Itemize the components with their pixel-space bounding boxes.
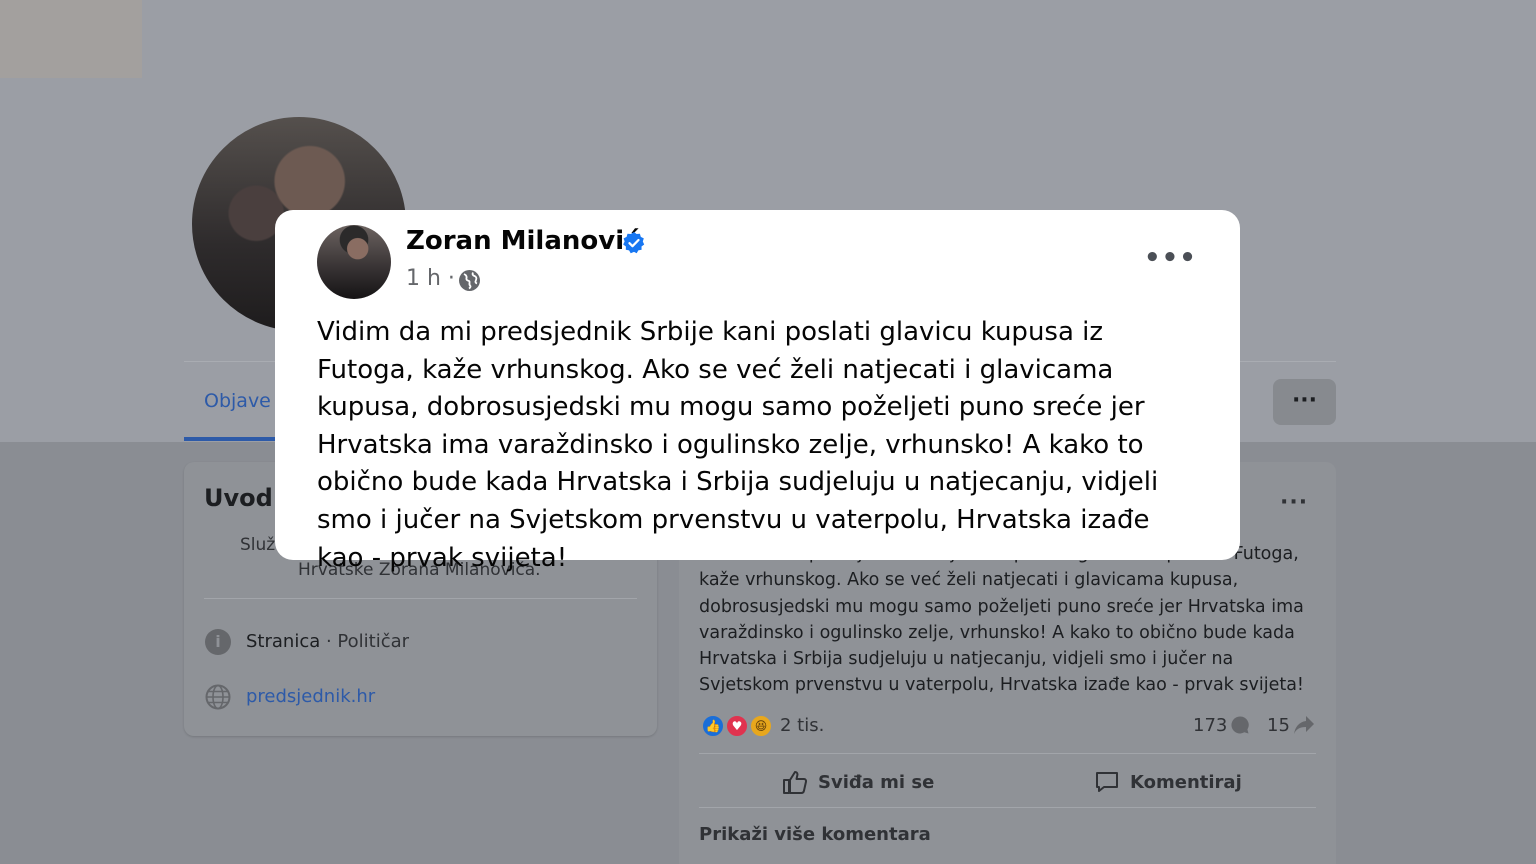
page-category-strong: Stranica [246, 631, 321, 652]
intro-divider [204, 598, 637, 599]
comment-icon [1096, 772, 1118, 792]
share-count[interactable]: 15 [1267, 715, 1290, 736]
page-category-rest: · Političar [320, 631, 410, 652]
intro-title: Uvod [204, 484, 273, 512]
comment-count[interactable]: 173 [1193, 715, 1227, 736]
active-tab-indicator [184, 437, 276, 441]
show-more-comments-link[interactable]: Prikaži više komentara [699, 824, 931, 845]
website-globe-icon [205, 684, 231, 710]
reaction-count[interactable]: 2 tis. [780, 715, 824, 736]
page-category: Stranica · Političar [246, 631, 409, 652]
globe-icon [459, 270, 480, 291]
like-button[interactable]: Sviđa mi se [782, 768, 934, 796]
like-reaction-icon: 👍 [701, 714, 725, 738]
author-name[interactable]: Zoran Milanović [406, 226, 640, 256]
love-reaction-icon: ♥ [725, 714, 749, 738]
highlighted-post-text: Vidim da mi predsjednik Srbije kani posl… [317, 317, 1159, 573]
post-more-icon[interactable]: ··· [1280, 490, 1308, 515]
comment-count-icon [1231, 716, 1249, 734]
info-icon: i [205, 629, 231, 655]
like-button-label: Sviđa mi se [818, 771, 935, 793]
more-options-icon[interactable]: ••• [1144, 243, 1197, 273]
comment-button-label: Komentiraj [1130, 771, 1242, 793]
verified-badge-icon [623, 232, 645, 254]
cover-photo-fragment [0, 0, 142, 78]
website-link[interactable]: predsjednik.hr [246, 686, 375, 707]
actions-divider-bottom [699, 807, 1316, 808]
intro-description-fragment: Služ [240, 535, 276, 555]
thumbs-up-icon [783, 771, 808, 794]
author-avatar[interactable] [317, 225, 391, 299]
tab-posts[interactable]: Objave [204, 390, 271, 412]
actions-divider-top [699, 753, 1316, 754]
haha-reaction-icon: 😆 [749, 714, 773, 738]
comment-button[interactable]: Komentiraj [1094, 768, 1242, 796]
post-timestamp[interactable]: 1 h · [406, 266, 455, 291]
profile-more-button[interactable]: ··· [1273, 379, 1336, 425]
share-count-icon [1294, 716, 1314, 734]
